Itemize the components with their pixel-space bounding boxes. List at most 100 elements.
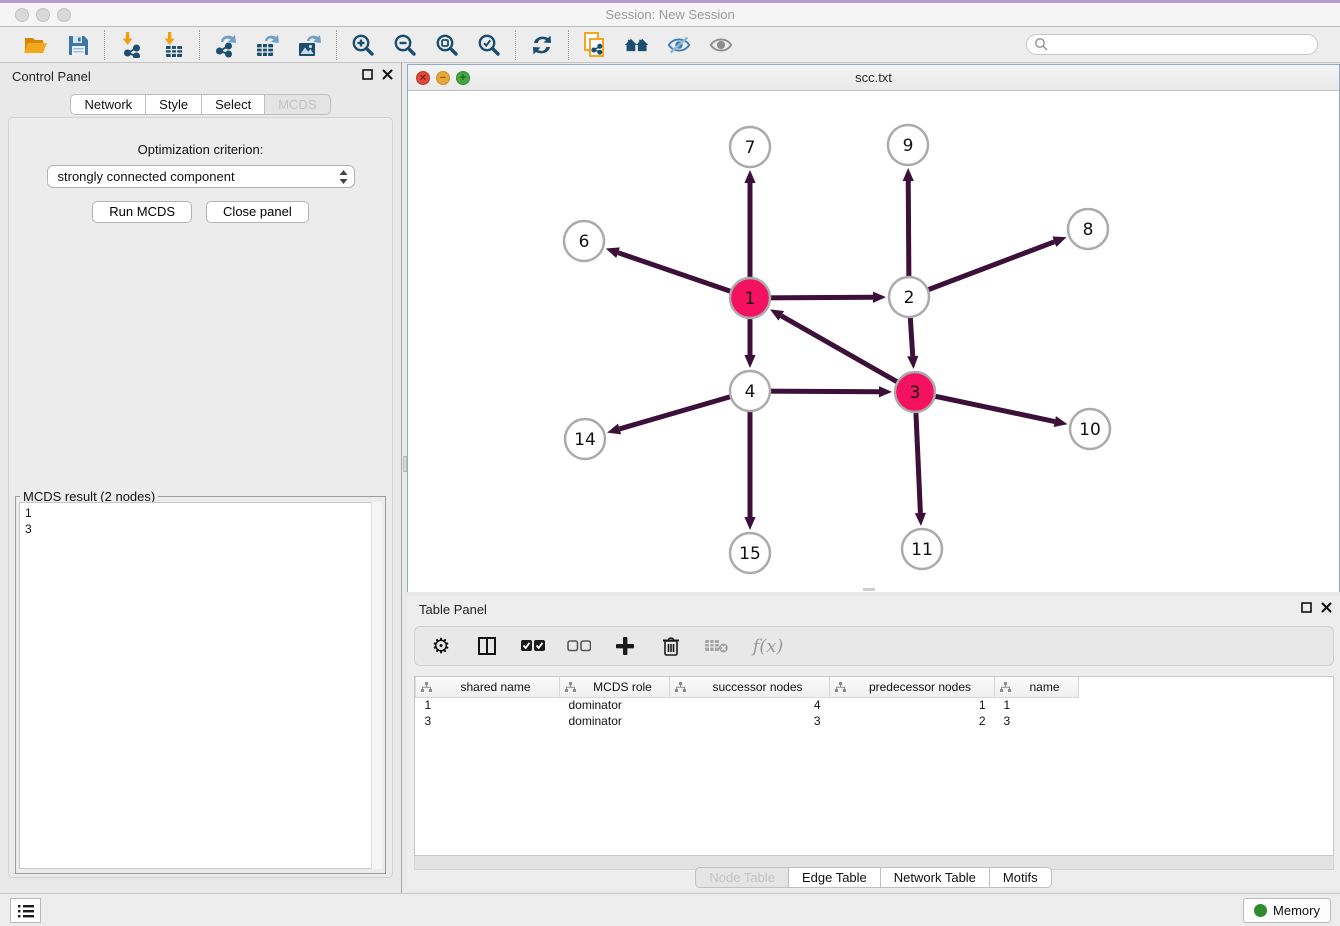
- column-header-successor-nodes[interactable]: successor nodes: [670, 677, 830, 697]
- refresh-icon[interactable]: [529, 32, 555, 58]
- status-bar: Memory: [0, 893, 1340, 926]
- network-graph[interactable]: 7968124314101511: [408, 91, 1339, 592]
- tab-mcds[interactable]: MCDS: [265, 94, 330, 115]
- show-eye-icon[interactable]: [708, 32, 734, 58]
- table-toolbar: ⚙ f(x): [414, 626, 1334, 666]
- task-list-icon: [17, 903, 35, 919]
- memory-button[interactable]: Memory: [1243, 898, 1331, 923]
- select-all-columns-icon[interactable]: [521, 634, 545, 658]
- column-header-predecessor-nodes[interactable]: predecessor nodes: [830, 677, 995, 697]
- graph-node-label-10: 10: [1079, 420, 1101, 440]
- run-mcds-button[interactable]: Run MCDS: [92, 201, 192, 223]
- network-window-titlebar[interactable]: × − + scc.txt: [408, 65, 1339, 91]
- table-cell[interactable]: 3: [416, 713, 560, 729]
- table-cell[interactable]: 4: [670, 697, 830, 713]
- mcds-result-groupbox: MCDS result (2 nodes) 1 3: [15, 496, 386, 874]
- tab-edge-table[interactable]: Edge Table: [789, 867, 881, 888]
- select-stepper-icon: [339, 170, 348, 184]
- delete-column-icon[interactable]: [659, 634, 683, 658]
- export-network-icon[interactable]: [213, 32, 239, 58]
- arrowhead-2-8: [1052, 237, 1066, 247]
- table-cell[interactable]: dominator: [560, 713, 670, 729]
- column-header-shared-name[interactable]: shared name: [416, 677, 560, 697]
- float-table-panel-icon[interactable]: [1301, 602, 1312, 613]
- graph-node-label-3: 3: [910, 383, 921, 403]
- add-column-icon[interactable]: [613, 634, 637, 658]
- result-scrollbar[interactable]: [371, 502, 382, 869]
- zoom-in-icon[interactable]: [350, 32, 376, 58]
- column-header-name[interactable]: name: [995, 677, 1079, 697]
- tab-select[interactable]: Select: [202, 94, 265, 115]
- export-table-icon[interactable]: [255, 32, 281, 58]
- unselect-all-columns-icon[interactable]: [567, 634, 591, 658]
- function-builder-icon[interactable]: f(x): [751, 634, 785, 658]
- graph-node-label-7: 7: [745, 138, 756, 158]
- close-panel-button[interactable]: Close panel: [206, 201, 309, 223]
- window-title: Session: New Session: [0, 7, 1340, 22]
- table-row[interactable]: 1dominator411: [416, 697, 1334, 713]
- search-icon: [1034, 37, 1049, 52]
- arrowhead-3-10: [1054, 416, 1068, 427]
- arrowhead-4-15: [744, 517, 755, 530]
- tab-network-table[interactable]: Network Table: [881, 867, 990, 888]
- network-canvas[interactable]: 7968124314101511: [408, 91, 1339, 592]
- graph-node-label-6: 6: [579, 232, 590, 252]
- column-header-MCDS-role[interactable]: MCDS role: [560, 677, 670, 697]
- columns-icon[interactable]: [475, 634, 499, 658]
- arrowhead-1-2: [873, 292, 886, 303]
- zoom-selected-icon[interactable]: [476, 32, 502, 58]
- edge-3-10[interactable]: [915, 392, 1055, 422]
- table-cell[interactable]: 1: [830, 697, 995, 713]
- edge-2-8[interactable]: [909, 242, 1054, 297]
- close-table-panel-icon[interactable]: [1321, 602, 1332, 613]
- zoom-out-icon[interactable]: [392, 32, 418, 58]
- canvas-resize-dash[interactable]: [863, 588, 875, 591]
- arrowhead-4-3: [879, 386, 892, 397]
- edge-3-1[interactable]: [781, 316, 915, 392]
- clone-network-icon[interactable]: [582, 32, 608, 58]
- control-panel: Control Panel NetworkStyleSelectMCDS Opt…: [0, 63, 401, 893]
- float-panel-icon[interactable]: [362, 69, 373, 80]
- memory-label: Memory: [1273, 903, 1320, 918]
- arrowhead-2-3: [907, 356, 918, 369]
- tab-motifs[interactable]: Motifs: [990, 867, 1052, 888]
- network-window: × − + scc.txt 7968124314101511: [407, 64, 1340, 592]
- graph-node-label-14: 14: [574, 430, 596, 450]
- optimization-criterion-label: Optimization criterion:: [9, 142, 392, 157]
- arrowhead-1-4: [744, 355, 755, 368]
- arrowhead-2-9: [903, 168, 914, 181]
- table-cell[interactable]: 3: [670, 713, 830, 729]
- table-cell[interactable]: 3: [995, 713, 1079, 729]
- table-cell[interactable]: 1: [416, 697, 560, 713]
- tab-node-table[interactable]: Node Table: [695, 867, 789, 888]
- main-toolbar: [0, 27, 1340, 63]
- task-list-button[interactable]: [10, 898, 41, 923]
- save-session-icon[interactable]: [65, 32, 91, 58]
- table-cell[interactable]: 1: [995, 697, 1079, 713]
- table-panel-title: Table Panel: [419, 602, 487, 617]
- node-table: shared nameMCDS rolesuccessor nodesprede…: [414, 676, 1334, 856]
- table-cell[interactable]: 2: [830, 713, 995, 729]
- memory-status-dot: [1254, 904, 1267, 917]
- home-icon[interactable]: [624, 32, 650, 58]
- arrowhead-1-7: [744, 170, 755, 183]
- tab-style[interactable]: Style: [146, 94, 202, 115]
- zoom-fit-icon[interactable]: [434, 32, 460, 58]
- tab-network[interactable]: Network: [70, 94, 146, 115]
- open-file-icon[interactable]: [23, 32, 49, 58]
- import-network-icon[interactable]: [118, 32, 144, 58]
- close-panel-icon[interactable]: [382, 69, 393, 80]
- table-row[interactable]: 3dominator323: [416, 713, 1334, 729]
- window-titlebar: Session: New Session: [0, 0, 1340, 27]
- mcds-result-text[interactable]: 1 3: [19, 502, 382, 869]
- optimization-criterion-select[interactable]: strongly connected component: [47, 165, 355, 188]
- graph-node-label-11: 11: [911, 540, 933, 560]
- export-image-icon[interactable]: [297, 32, 323, 58]
- delete-table-icon[interactable]: [705, 634, 729, 658]
- search-input[interactable]: [1049, 37, 1317, 53]
- search-field[interactable]: [1026, 34, 1318, 55]
- hide-eye-icon[interactable]: [666, 32, 692, 58]
- import-table-icon[interactable]: [160, 32, 186, 58]
- settings-gear-icon[interactable]: ⚙: [429, 634, 453, 658]
- table-cell[interactable]: dominator: [560, 697, 670, 713]
